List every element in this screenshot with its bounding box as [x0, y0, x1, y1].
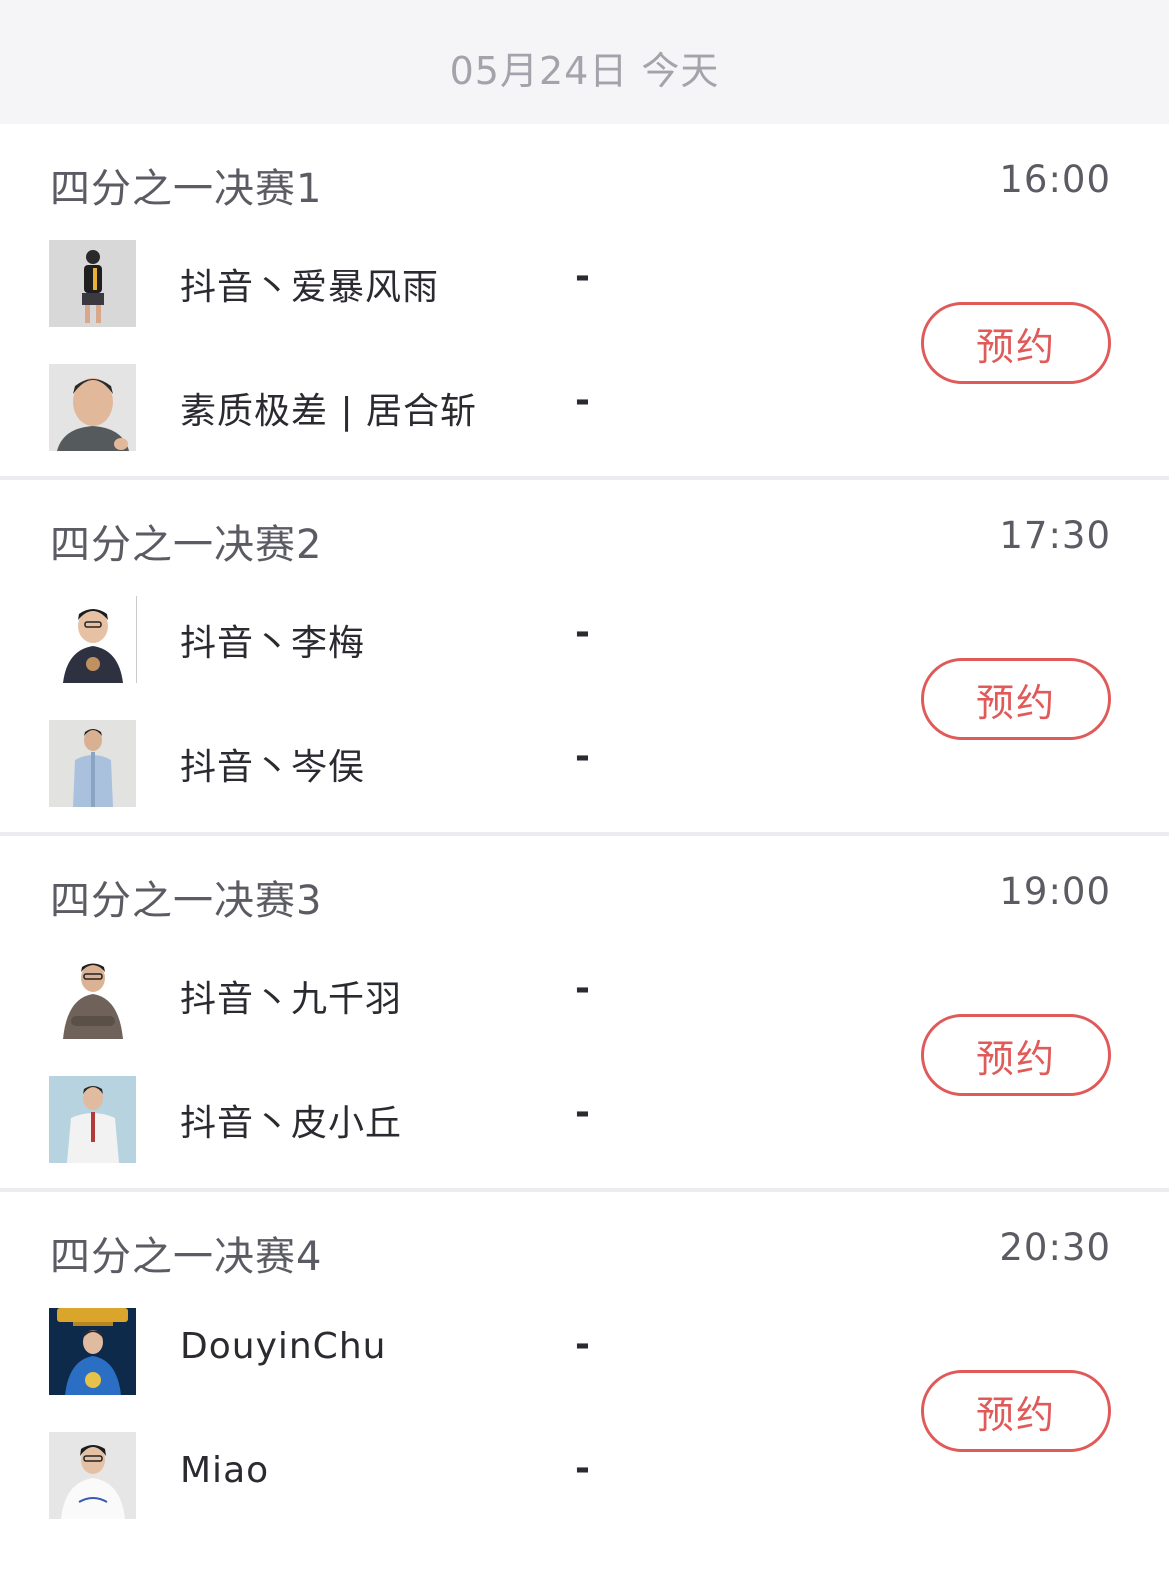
player-score: -: [575, 736, 590, 777]
player-score: -: [575, 1448, 590, 1489]
person-avatar-icon: [49, 1432, 136, 1519]
player-score: -: [575, 1092, 590, 1133]
match-title: 四分之一决赛1: [50, 166, 323, 212]
player-avatar: [49, 1308, 136, 1395]
player-avatar: [49, 596, 137, 683]
reserve-button[interactable]: 预约: [921, 1370, 1111, 1452]
player-name: 抖音丶爱暴风雨: [180, 267, 440, 308]
player-row: 抖音丶岑俣 -: [49, 720, 749, 808]
player-avatar: [49, 720, 136, 807]
person-avatar-icon: [49, 364, 136, 451]
person-avatar-icon: [49, 952, 136, 1039]
player-avatar: [49, 1432, 136, 1519]
person-avatar-icon: [49, 240, 136, 327]
person-avatar-icon: [49, 1308, 136, 1395]
player-name: Miao: [180, 1450, 270, 1491]
player-row: 抖音丶九千羽 -: [49, 952, 749, 1040]
match-title: 四分之一决赛2: [50, 522, 323, 568]
person-avatar-icon: [49, 596, 136, 683]
match-card: 四分之一决赛2 17:30 抖音丶李梅 - 抖音丶岑俣 - 预约: [0, 480, 1169, 836]
match-card: 四分之一决赛4 20:30 DouyinChu - Miao - 预约: [0, 1192, 1169, 1594]
match-time: 20:30: [999, 1226, 1111, 1269]
match-title: 四分之一决赛4: [50, 1234, 323, 1280]
match-card: 四分之一决赛1 16:00 抖音丶爱暴风雨 - 素质极差 | 居合斩 - 预约: [0, 124, 1169, 480]
player-name: 素质极差 | 居合斩: [180, 391, 478, 432]
person-avatar-icon: [49, 720, 136, 807]
player-avatar: [49, 240, 136, 327]
reserve-button[interactable]: 预约: [921, 658, 1111, 740]
player-name: 抖音丶九千羽: [180, 979, 403, 1020]
player-score: -: [575, 256, 590, 297]
date-header: 05月24日 今天: [449, 48, 720, 93]
player-row: 抖音丶李梅 -: [49, 596, 749, 684]
match-title: 四分之一决赛3: [50, 878, 323, 924]
reserve-button[interactable]: 预约: [921, 1014, 1111, 1096]
player-name: DouyinChu: [180, 1326, 387, 1367]
player-row: 素质极差 | 居合斩 -: [49, 364, 749, 452]
player-score: -: [575, 612, 590, 653]
player-score: -: [575, 380, 590, 421]
match-time: 17:30: [999, 514, 1111, 557]
player-avatar: [49, 364, 136, 451]
player-row: Miao -: [49, 1432, 749, 1520]
match-list: 四分之一决赛1 16:00 抖音丶爱暴风雨 - 素质极差 | 居合斩 - 预约 …: [0, 124, 1169, 1594]
match-time: 19:00: [999, 870, 1111, 913]
schedule-page: 05月24日 今天 四分之一决赛1 16:00 抖音丶爱暴风雨 - 素质极差 |…: [0, 0, 1169, 1594]
match-card: 四分之一决赛3 19:00 抖音丶九千羽 - 抖音丶皮小丘 - 预约: [0, 836, 1169, 1192]
reserve-button[interactable]: 预约: [921, 302, 1111, 384]
match-time: 16:00: [999, 158, 1111, 201]
player-row: 抖音丶皮小丘 -: [49, 1076, 749, 1164]
player-name: 抖音丶岑俣: [180, 747, 366, 788]
player-row: 抖音丶爱暴风雨 -: [49, 240, 749, 328]
person-avatar-icon: [49, 1076, 136, 1163]
player-name: 抖音丶李梅: [180, 623, 366, 664]
player-avatar: [49, 1076, 136, 1163]
player-name: 抖音丶皮小丘: [180, 1103, 403, 1144]
player-score: -: [575, 968, 590, 1009]
player-avatar: [49, 952, 136, 1039]
player-row: DouyinChu -: [49, 1308, 749, 1396]
player-score: -: [575, 1324, 590, 1365]
